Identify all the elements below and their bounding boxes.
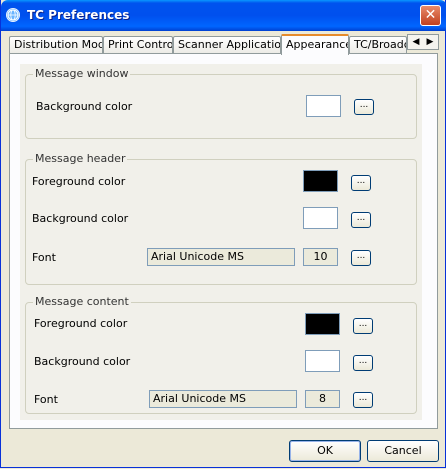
message-content-legend: Message content [33,295,131,308]
scroll-left-icon[interactable]: ◀ [409,35,423,49]
preferences-window: TC Preferences ✕ Distribution Mode Print… [0,0,446,468]
message-content-foreground-swatch[interactable] [305,313,340,335]
message-window-background-label: Background color [36,100,133,113]
globe-icon [6,8,20,22]
tab-scroll-control: ◀ ▶ [407,34,439,50]
message-header-legend: Message header [33,152,128,165]
message-content-background-swatch[interactable] [305,350,340,372]
title-bar[interactable]: TC Preferences ✕ [1,0,446,31]
tab-tc-broadcast[interactable]: TC/Broadcast [349,36,407,53]
message-header-background-label: Background color [32,212,129,225]
panel-content: Message window Background color ... Mess… [20,64,422,420]
message-content-font-label: Font [34,393,58,406]
message-content-foreground-browse-button[interactable]: ... [353,318,373,334]
message-window-background-browse-button[interactable]: ... [354,99,374,115]
message-header-background-swatch[interactable] [303,207,338,229]
message-header-group: Message header Foreground color ... Back… [25,152,417,285]
close-button[interactable]: ✕ [420,5,441,26]
message-header-font-name-field[interactable]: Arial Unicode MS [147,248,295,266]
tab-distribution-mode[interactable]: Distribution Mode [9,36,103,53]
tab-appearance[interactable]: Appearance [281,34,349,55]
message-header-foreground-label: Foreground color [32,175,126,188]
message-window-group: Message window Background color ... [25,67,417,139]
message-content-foreground-label: Foreground color [34,317,128,330]
ok-button[interactable]: OK [289,440,361,462]
cancel-button[interactable]: Cancel [367,440,439,462]
message-header-font-label: Font [32,251,56,264]
window-title: TC Preferences [27,8,130,22]
appearance-panel: Message window Background color ... Mess… [9,53,438,429]
message-header-foreground-swatch[interactable] [303,170,338,192]
message-header-foreground-browse-button[interactable]: ... [351,175,371,191]
message-content-group: Message content Foreground color ... Bac… [25,295,417,414]
message-content-background-browse-button[interactable]: ... [353,355,373,371]
tab-print-control[interactable]: Print Control [103,36,173,53]
message-header-background-browse-button[interactable]: ... [351,212,371,228]
message-content-font-name-field[interactable]: Arial Unicode MS [149,390,297,408]
message-content-font-size-field[interactable]: 8 [305,390,340,408]
message-window-background-swatch[interactable] [306,95,341,117]
message-header-font-browse-button[interactable]: ... [351,250,371,266]
message-content-font-browse-button[interactable]: ... [353,392,373,408]
tab-scanner-application[interactable]: Scanner Application [173,36,281,53]
scroll-right-icon[interactable]: ▶ [423,35,437,49]
message-content-background-label: Background color [34,355,131,368]
message-window-legend: Message window [33,67,131,80]
message-header-font-size-field[interactable]: 10 [303,248,338,266]
